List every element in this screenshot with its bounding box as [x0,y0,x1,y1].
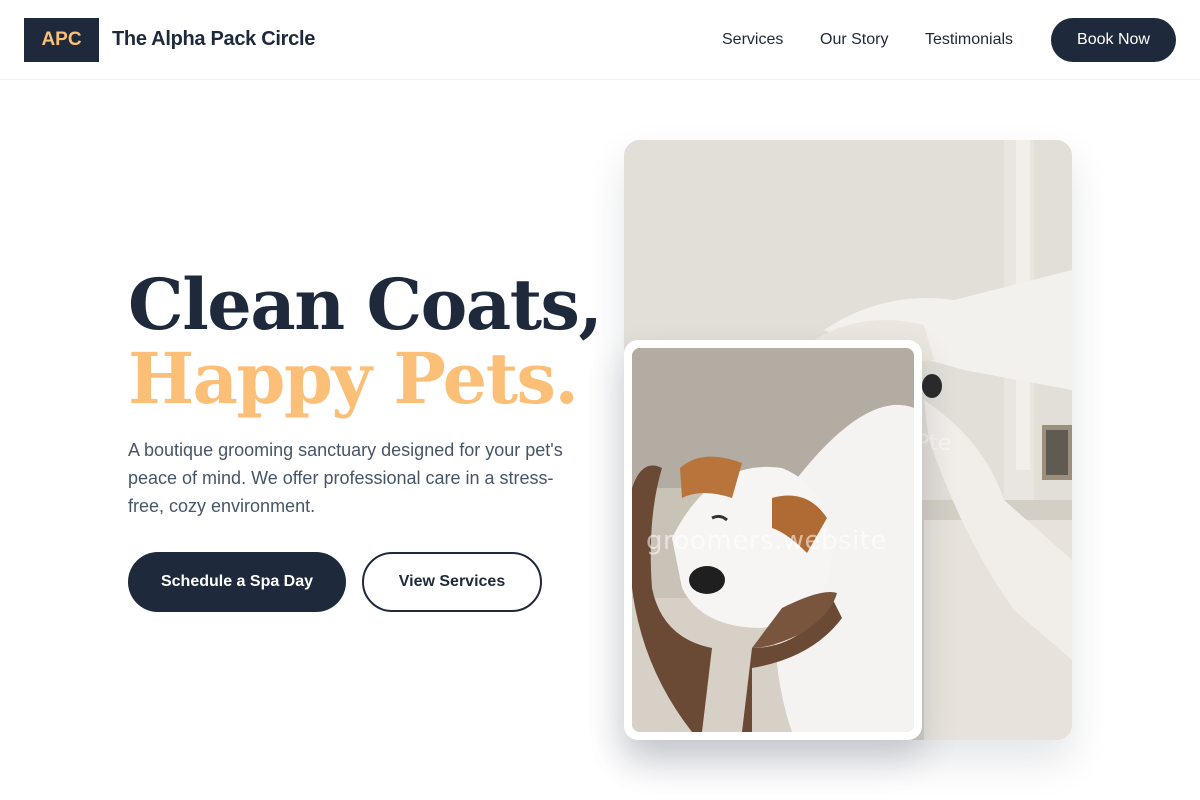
nav-services[interactable]: Services [722,31,783,49]
site-header: APC The Alpha Pack Circle Services Our S… [0,0,1200,80]
nav-our-story[interactable]: Our Story [820,31,888,49]
book-now-button[interactable]: Book Now [1051,18,1176,62]
watermark-text: groomers.website [646,526,887,556]
hero-headline: Clean Coats, Happy Pets. [128,263,603,420]
logo[interactable]: APC [24,18,99,62]
nav-testimonials[interactable]: Testimonials [925,31,1013,49]
schedule-spa-day-button[interactable]: Schedule a Spa Day [128,552,346,612]
brand-name[interactable]: The Alpha Pack Circle [112,28,315,51]
headline-line-1: Clean Coats, [128,263,603,346]
headline-line-2: Happy Pets. [128,337,579,420]
hero-description: A boutique grooming sanctuary designed f… [128,440,563,516]
view-services-button[interactable]: View Services [362,552,542,612]
